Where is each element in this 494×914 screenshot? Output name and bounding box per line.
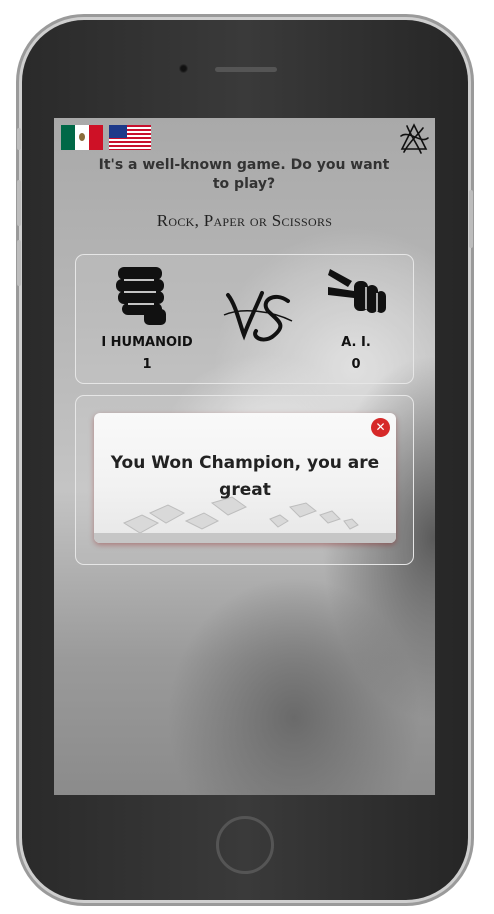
scoreboard-panel: I HUMANOID 1 A. I. 0 [75, 254, 414, 384]
ai-player-name: A. I. [341, 335, 371, 350]
volume-up-button [17, 180, 21, 226]
human-player-name: I HUMANOID [101, 335, 193, 350]
ai-player-score: 0 [351, 357, 361, 372]
scissors-hand-icon[interactable] [326, 261, 388, 323]
intro-text: It's a well-known game. Do you want to p… [98, 157, 390, 192]
volume-down-button [17, 240, 21, 286]
vs-icon [223, 291, 293, 342]
home-button[interactable] [216, 816, 274, 874]
ai-player: A. I. 0 [311, 335, 401, 372]
close-button[interactable]: ✕ [371, 418, 390, 437]
close-icon: ✕ [375, 420, 386, 434]
fist-icon[interactable] [114, 263, 172, 325]
app-screen: It's a well-known game. Do you want to p… [54, 118, 435, 795]
human-player-score: 1 [142, 357, 152, 372]
app-logo-icon[interactable] [397, 122, 431, 156]
result-toast: You Won Champion, you are great ✕ [94, 413, 396, 543]
result-message: You Won Champion, you are great [110, 453, 380, 500]
game-title: Rock, Paper or Scissors [156, 211, 333, 230]
usa-flag[interactable] [109, 125, 151, 150]
power-button [469, 190, 473, 248]
earpiece-speaker [215, 67, 277, 72]
front-camera [179, 64, 188, 73]
human-player: I HUMANOID 1 [92, 335, 202, 372]
mute-switch [17, 128, 21, 150]
mexico-flag[interactable] [61, 125, 103, 150]
